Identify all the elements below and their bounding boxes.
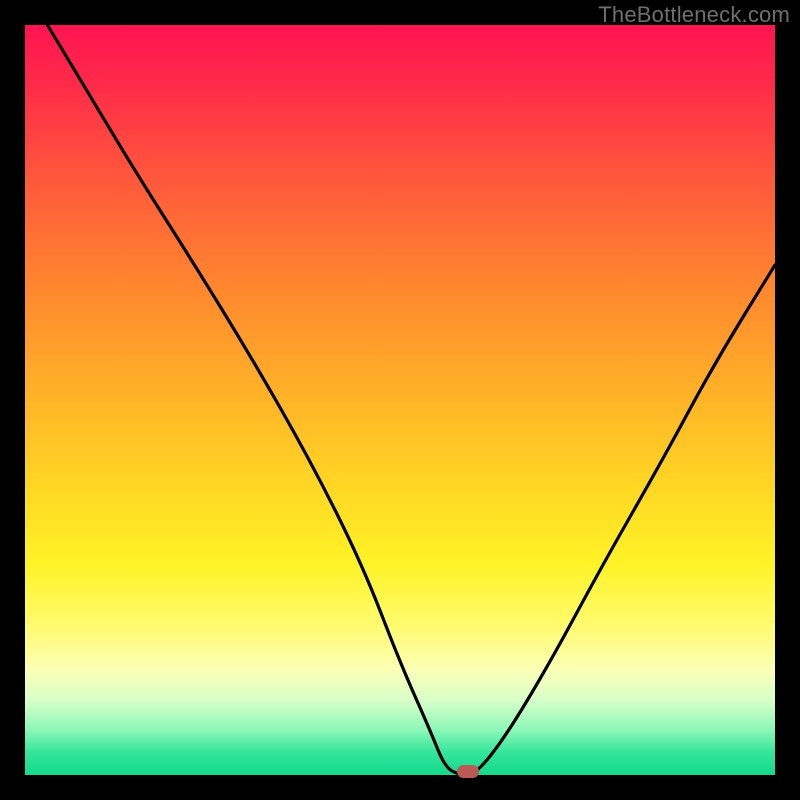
- optimal-marker: [457, 765, 479, 778]
- chart-frame: TheBottleneck.com: [0, 0, 800, 800]
- watermark-text: TheBottleneck.com: [598, 2, 790, 28]
- plot-area: [25, 25, 775, 775]
